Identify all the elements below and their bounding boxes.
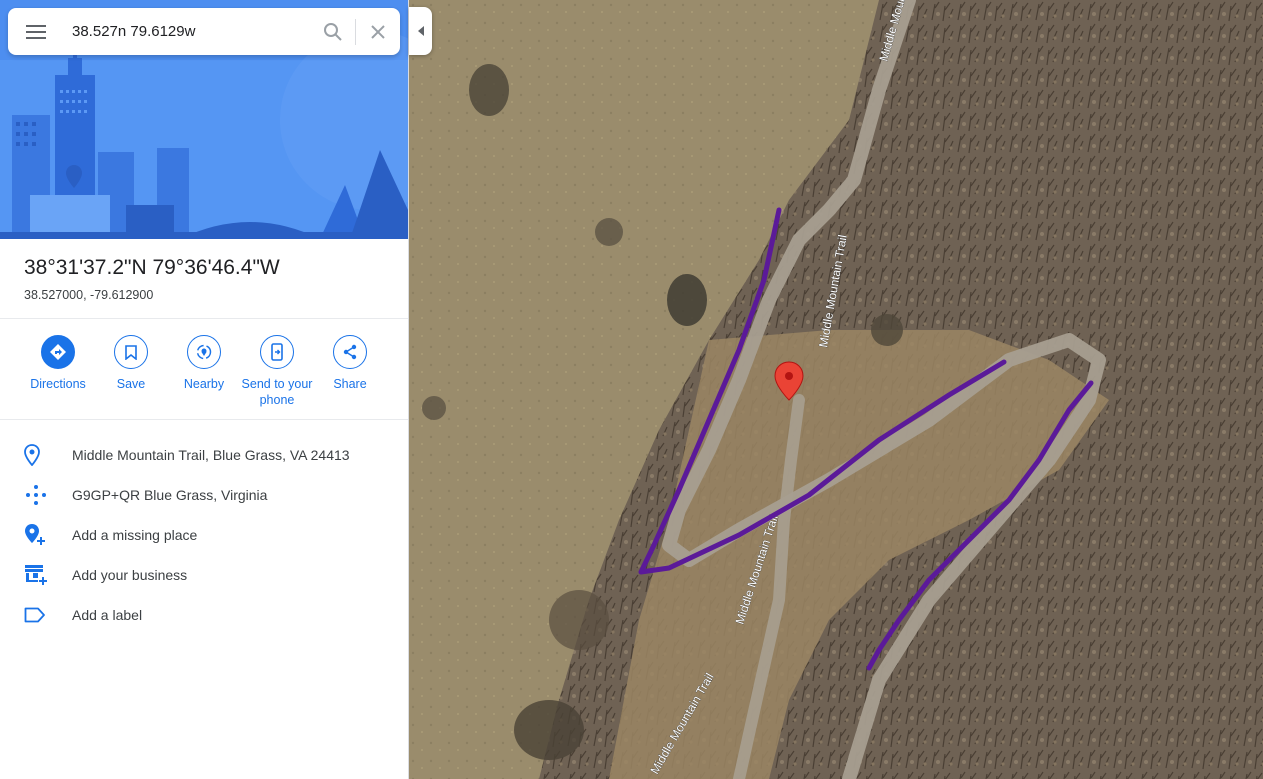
search-button[interactable] bbox=[311, 8, 355, 55]
add-place-icon bbox=[25, 524, 45, 545]
add-label-text: Add a label bbox=[72, 607, 143, 623]
collapse-panel-button[interactable] bbox=[409, 7, 432, 55]
share-label: Share bbox=[333, 377, 367, 391]
directions-label: Directions bbox=[30, 377, 86, 391]
caret-left-icon bbox=[417, 26, 424, 36]
send-to-phone-button[interactable]: Send to your phone bbox=[237, 335, 317, 408]
decimal-coordinates: 38.527000, -79.612900 bbox=[24, 288, 154, 302]
place-title: 38°31'37.2"N 79°36'46.4"W bbox=[24, 256, 280, 279]
add-missing-place-row[interactable]: Add a missing place bbox=[0, 515, 408, 555]
divider bbox=[0, 318, 408, 319]
divider bbox=[0, 419, 408, 420]
place-panel: 38°31'37.2"N 79°36'46.4"W 38.527000, -79… bbox=[0, 0, 409, 779]
share-button[interactable]: Share bbox=[310, 335, 390, 392]
send-to-phone-label-line2: phone bbox=[259, 393, 295, 407]
address-row[interactable]: Middle Mountain Trail, Blue Grass, VA 24… bbox=[0, 435, 408, 475]
add-missing-place-text: Add a missing place bbox=[72, 527, 198, 543]
clear-search-button[interactable] bbox=[356, 8, 400, 55]
nearby-button[interactable]: Nearby bbox=[164, 335, 244, 392]
bookmark-icon bbox=[114, 335, 148, 369]
hamburger-menu-icon bbox=[26, 24, 46, 39]
plus-code-text: G9GP+QR Blue Grass, Virginia bbox=[72, 487, 268, 503]
save-button[interactable]: Save bbox=[91, 335, 171, 392]
map-imagery: Middle Mountain Trail Middle Mountain Tr… bbox=[409, 0, 1263, 779]
action-bar: Directions Save Nearby Send to your phon… bbox=[0, 335, 408, 415]
address-text: Middle Mountain Trail, Blue Grass, VA 24… bbox=[72, 447, 350, 463]
plus-code-row[interactable]: G9GP+QR Blue Grass, Virginia bbox=[0, 475, 408, 515]
directions-icon bbox=[41, 335, 75, 369]
directions-button[interactable]: Directions bbox=[18, 335, 98, 392]
send-to-phone-label-line1: Send to your bbox=[241, 377, 313, 391]
search-input[interactable] bbox=[64, 11, 311, 52]
add-label-row[interactable]: Add a label bbox=[0, 595, 408, 635]
location-pin-icon bbox=[24, 444, 40, 466]
magnifier-icon bbox=[324, 22, 342, 41]
nearby-label: Nearby bbox=[183, 377, 225, 391]
search-box bbox=[8, 8, 400, 55]
add-business-row[interactable]: Add your business bbox=[0, 555, 408, 595]
label-icon bbox=[24, 607, 45, 623]
save-label: Save bbox=[116, 377, 146, 391]
add-business-icon bbox=[25, 565, 47, 585]
add-business-text: Add your business bbox=[72, 567, 188, 583]
plus-code-icon bbox=[26, 485, 46, 505]
send-to-phone-icon bbox=[260, 335, 294, 369]
share-icon bbox=[333, 335, 367, 369]
menu-button[interactable] bbox=[8, 8, 64, 55]
nearby-icon bbox=[187, 335, 221, 369]
satellite-map[interactable]: Middle Mountain Trail Middle Mountain Tr… bbox=[409, 0, 1263, 779]
close-icon bbox=[371, 24, 385, 39]
